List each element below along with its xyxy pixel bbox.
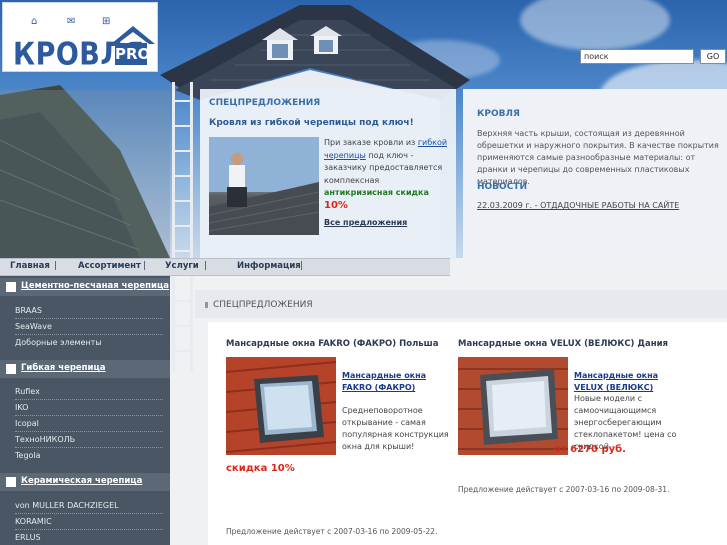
- krovlya-description: Верхняя часть крыши, состоящая из деревя…: [477, 129, 719, 186]
- offer-price: от 6270 руб.: [554, 444, 626, 455]
- offer-title[interactable]: Мансардные окна VELUX (ВЕЛЮКС) Дания: [458, 339, 668, 349]
- offer-card: Мансардные окна FAKRO (ФАКРО) Польша Ман…: [208, 322, 449, 545]
- sidebar-item-braas[interactable]: BRAAS: [15, 303, 163, 319]
- sidebar-category-flexible[interactable]: Гибкая черепица: [0, 360, 170, 378]
- nav-information[interactable]: Информация: [237, 261, 301, 271]
- offer-validity: Предложение действует с 2007-03-16 по 20…: [458, 485, 670, 494]
- heading-marker-icon: [205, 302, 208, 308]
- special-offers-heading: СПЕЦПРЕДЛОЖЕНИЯ: [209, 98, 321, 108]
- sidebar-item-tegola[interactable]: Tegola: [15, 448, 163, 464]
- fakro-link[interactable]: Мансардные окна FAKRO (ФАКРО): [342, 370, 452, 394]
- offer-price: скидка 10%: [226, 463, 295, 474]
- nav-assortment[interactable]: Ассортимент: [78, 261, 141, 271]
- sidebar-item-icopal[interactable]: Icopal: [15, 416, 163, 432]
- info-panel: КРОВЛЯ Верхняя часть крыши, состоящая из…: [463, 89, 727, 260]
- logo-pro: PRO: [115, 43, 151, 65]
- nav-home[interactable]: Главная: [10, 261, 50, 271]
- special-offer-text: При заказе кровли из гибкой черепицы под…: [324, 138, 448, 211]
- roofer-photo[interactable]: [209, 137, 319, 235]
- offers-panel: Мансардные окна FAKRO (ФАКРО) Польша Ман…: [208, 322, 727, 545]
- sidebar-item-seawave[interactable]: SeaWave: [15, 319, 163, 335]
- discount-value: 10%: [324, 199, 348, 211]
- offer-description: Среднеповоротное открывание - самая попу…: [342, 406, 449, 451]
- bullet-square-icon: [6, 477, 16, 487]
- sidebar-item-koramic[interactable]: KORAMIC: [15, 514, 163, 530]
- nav-services[interactable]: Услуги: [165, 261, 199, 271]
- special-offer-top: СПЕЦПРЕДЛОЖЕНИЯ Кровля из гибкой черепиц…: [200, 89, 456, 260]
- offer-title[interactable]: Мансардные окна FAKRO (ФАКРО) Польша: [226, 339, 438, 349]
- news-item-link[interactable]: 22.03.2009 г. - ОТДАДОЧНЫЕ РАБОТЫ НА САЙ…: [477, 201, 679, 210]
- anticrisis-discount: антикризисная скидка: [324, 188, 429, 197]
- velux-link[interactable]: Мансардные окна VELUX (ВЕЛЮКС): [574, 370, 684, 394]
- main-content: СПЕЦПРЕДЛОЖЕНИЯ Мансардные окна FAKRO (Ф…: [195, 290, 727, 545]
- bullet-square-icon: [6, 364, 16, 374]
- sidebar-item-accessories[interactable]: Доборные элементы: [15, 335, 163, 351]
- search-input[interactable]: [580, 49, 694, 64]
- search-go-button[interactable]: GO: [700, 49, 726, 64]
- site-logo[interactable]: ⌂ ✉ ⊞ КРОВЛЯ PRO: [2, 2, 158, 73]
- home-icon[interactable]: ⌂: [31, 17, 41, 27]
- sidebar-category-ceramic[interactable]: Керамическая черепица: [0, 473, 170, 491]
- sidebar: Цементно-песчаная черепица BRAAS SeaWave…: [0, 276, 170, 545]
- sidebar-item-technonikol[interactable]: ТехноНИКОЛЬ: [15, 432, 163, 448]
- mail-icon[interactable]: ✉: [67, 17, 77, 27]
- main-special-offers-heading: СПЕЦПРЕДЛОЖЕНИЯ: [213, 300, 313, 310]
- sidebar-item-ruflex[interactable]: Ruflex: [15, 384, 163, 400]
- krovlya-heading: КРОВЛЯ: [477, 109, 520, 119]
- main-heading-bar: СПЕЦПРЕДЛОЖЕНИЯ: [195, 290, 727, 318]
- offer-validity: Предложение действует с 2007-03-16 по 20…: [226, 527, 438, 536]
- sidebar-item-von-muller[interactable]: von MULLER DACHZIEGEL: [15, 498, 163, 514]
- sidebar-item-iko[interactable]: IKO: [15, 400, 163, 416]
- offer-card: Мансардные окна VELUX (ВЕЛЮКС) Дания Ман…: [440, 322, 676, 545]
- special-offer-subtitle[interactable]: Кровля из гибкой черепицы под ключ!: [209, 118, 414, 128]
- all-offers-link[interactable]: Все предложения: [324, 218, 407, 227]
- sidebar-item-erlus[interactable]: ERLUS: [15, 530, 163, 545]
- velux-window-photo[interactable]: [458, 357, 568, 455]
- news-heading: НОВОСТИ: [477, 182, 527, 192]
- bullet-square-icon: [6, 282, 16, 292]
- fakro-window-photo[interactable]: [226, 357, 336, 455]
- main-nav: Главная | Ассортимент | Услуги | Информа…: [0, 258, 450, 276]
- sidebar-category-cement[interactable]: Цементно-песчаная черепица: [0, 278, 170, 296]
